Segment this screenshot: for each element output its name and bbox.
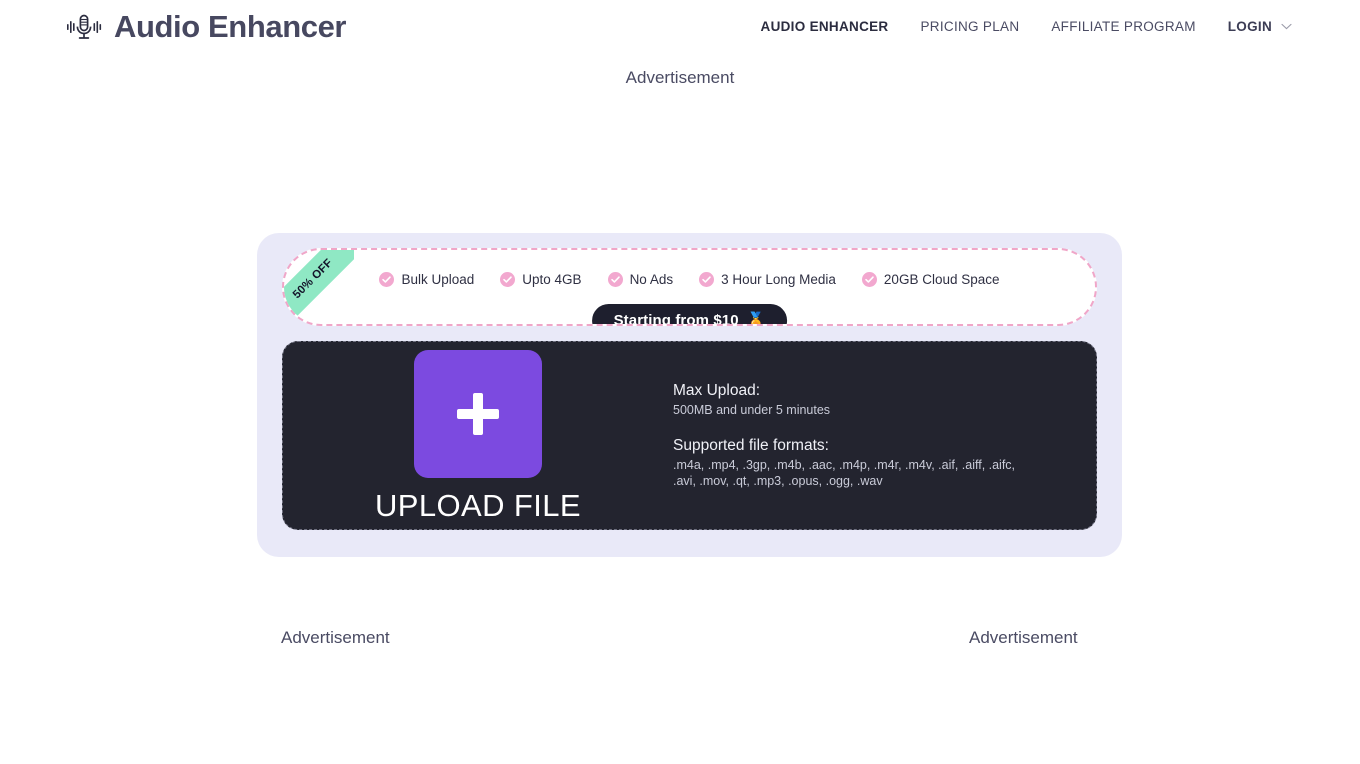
max-upload-title: Max Upload: bbox=[673, 382, 761, 399]
microphone-icon bbox=[66, 12, 102, 42]
supported-formats-title: Supported file formats: bbox=[673, 437, 829, 455]
medal-icon: 🏅 bbox=[746, 312, 766, 326]
main-navigation: AUDIO ENHANCER PRICING PLAN AFFILIATE PR… bbox=[745, 13, 1292, 40]
feature-upto-4gb: Upto 4GB bbox=[500, 272, 582, 287]
feature-no-ads: No Ads bbox=[607, 272, 674, 287]
brand-logo[interactable]: Audio Enhancer bbox=[66, 11, 346, 42]
supported-formats-block: Supported file formats: .m4a, .mp4, .3gp… bbox=[673, 437, 1015, 489]
nav-item-affiliate-program[interactable]: AFFILIATE PROGRAM bbox=[1035, 13, 1211, 40]
feature-label: Upto 4GB bbox=[522, 272, 582, 287]
feature-3-hour-long-media: 3 Hour Long Media bbox=[699, 272, 836, 287]
upload-action-area: UPLOAD FILE bbox=[283, 342, 673, 523]
feature-label: 20GB Cloud Space bbox=[883, 272, 1000, 287]
check-circle-icon bbox=[379, 272, 395, 287]
check-circle-icon bbox=[500, 272, 516, 287]
feature-20gb-cloud-space: 20GB Cloud Space bbox=[861, 272, 1000, 287]
nav-item-audio-enhancer[interactable]: AUDIO ENHANCER bbox=[745, 13, 905, 40]
check-circle-icon bbox=[699, 272, 715, 287]
supported-formats-line-2: .avi, .mov, .qt, .mp3, .opus, .ogg, .wav bbox=[673, 473, 883, 488]
upload-card-container: 50% OFF Bulk Upload Upto 4GB No Ads 3 Ho… bbox=[257, 233, 1122, 557]
plus-icon bbox=[457, 393, 499, 435]
supported-formats-line-1: .m4a, .mp4, .3gp, .m4b, .aac, .m4p, .m4r… bbox=[673, 458, 1016, 473]
login-label: LOGIN bbox=[1227, 19, 1272, 34]
feature-label: 3 Hour Long Media bbox=[721, 272, 836, 287]
starting-price-label: Starting from $10 bbox=[613, 312, 739, 326]
advertisement-top-label: Advertisement bbox=[625, 68, 735, 87]
starting-price-button[interactable]: Starting from $10 🏅 bbox=[591, 304, 788, 326]
feature-label: Bulk Upload bbox=[401, 272, 475, 287]
check-circle-icon bbox=[607, 272, 623, 287]
feature-bulk-upload: Bulk Upload bbox=[379, 272, 474, 287]
nav-item-login[interactable]: LOGIN bbox=[1212, 13, 1292, 40]
check-circle-icon bbox=[861, 272, 877, 287]
advertisement-bottom-right-label: Advertisement bbox=[969, 628, 1078, 647]
promo-feature-list: Bulk Upload Upto 4GB No Ads 3 Hour Long … bbox=[284, 250, 1095, 287]
upload-file-button[interactable] bbox=[414, 350, 542, 478]
upload-dropzone[interactable]: UPLOAD FILE Max Upload: 500MB and under … bbox=[282, 341, 1097, 530]
promo-banner: 50% OFF Bulk Upload Upto 4GB No Ads 3 Ho… bbox=[282, 248, 1097, 326]
upload-info-area: Max Upload: 500MB and under 5 minutes Su… bbox=[673, 342, 1015, 489]
nav-item-pricing-plan[interactable]: PRICING PLAN bbox=[905, 13, 1036, 40]
max-upload-block: Max Upload: 500MB and under 5 minutes bbox=[673, 382, 1015, 418]
advertisement-bottom-left-label: Advertisement bbox=[281, 628, 390, 647]
brand-title: Audio Enhancer bbox=[114, 9, 347, 44]
chevron-down-icon bbox=[1281, 23, 1292, 30]
max-upload-value: 500MB and under 5 minutes bbox=[673, 403, 831, 417]
upload-file-label: UPLOAD FILE bbox=[375, 488, 581, 523]
feature-label: No Ads bbox=[629, 272, 674, 287]
site-header: Audio Enhancer AUDIO ENHANCER PRICING PL… bbox=[0, 0, 1360, 53]
